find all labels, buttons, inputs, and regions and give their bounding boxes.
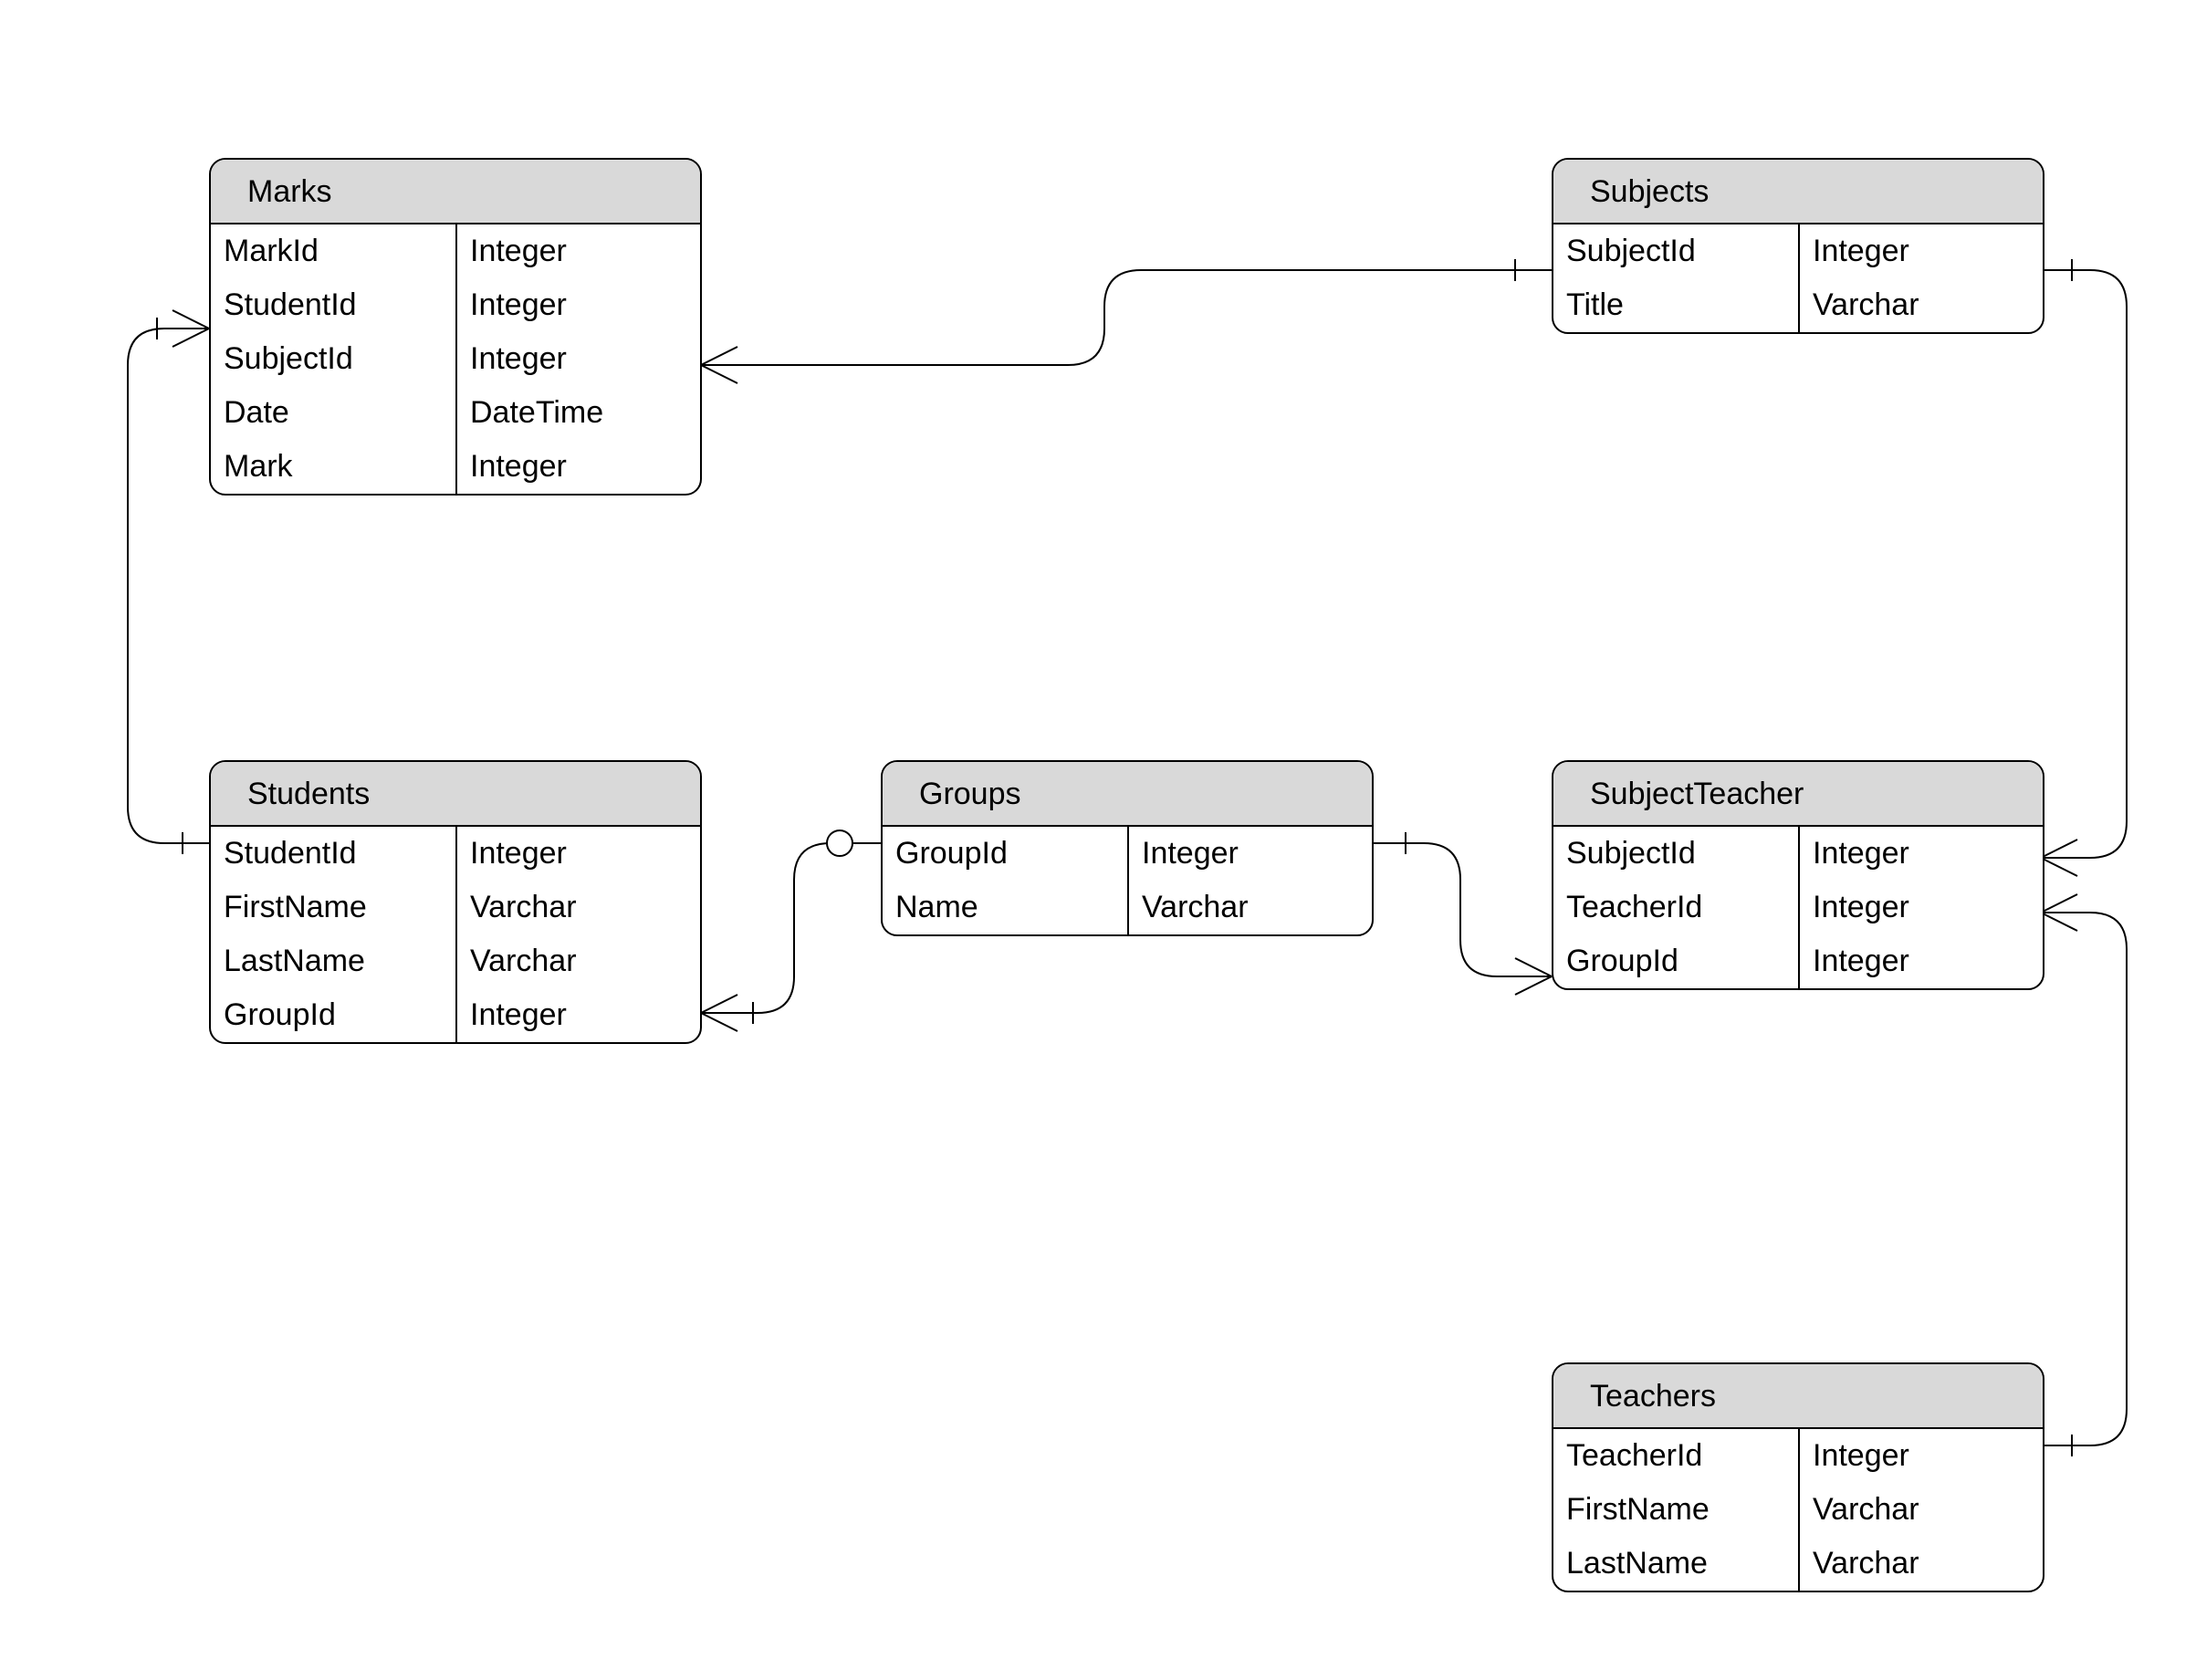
field-name: GroupId — [1553, 934, 1798, 988]
field-name: FirstName — [211, 881, 455, 934]
field-name: LastName — [1553, 1537, 1798, 1591]
field-name: TeacherId — [1553, 1429, 1798, 1483]
field-name: LastName — [211, 934, 455, 988]
field-name: Name — [883, 881, 1127, 934]
field-name: SubjectId — [1553, 827, 1798, 881]
entity-marks[interactable]: MarksMarkIdStudentIdSubjectIdDateMarkInt… — [209, 158, 702, 496]
entity-title: SubjectTeacher — [1553, 762, 2043, 827]
entity-title: Subjects — [1553, 160, 2043, 224]
field-type: Integer — [457, 988, 700, 1042]
field-type: DateTime — [457, 386, 700, 440]
field-name: TeacherId — [1553, 881, 1798, 934]
field-name: StudentId — [211, 827, 455, 881]
field-name: FirstName — [1553, 1483, 1798, 1537]
field-type: Integer — [1800, 934, 2043, 988]
field-name: StudentId — [211, 278, 455, 332]
entity-groups[interactable]: GroupsGroupIdNameIntegerVarchar — [881, 760, 1374, 936]
field-name: SubjectId — [1553, 224, 1798, 278]
field-type: Varchar — [457, 881, 700, 934]
field-type: Integer — [457, 224, 700, 278]
field-name: Title — [1553, 278, 1798, 332]
erd-canvas: MarksMarkIdStudentIdSubjectIdDateMarkInt… — [0, 0, 2196, 1680]
entity-title: Groups — [883, 762, 1372, 827]
entity-teachers[interactable]: TeachersTeacherIdFirstNameLastNameIntege… — [1552, 1362, 2044, 1592]
field-type: Integer — [1800, 224, 2043, 278]
field-name: Mark — [211, 440, 455, 494]
field-type: Varchar — [1800, 278, 2043, 332]
field-type: Varchar — [457, 934, 700, 988]
field-name: GroupId — [211, 988, 455, 1042]
entity-title: Marks — [211, 160, 700, 224]
field-type: Integer — [457, 827, 700, 881]
field-type: Integer — [1800, 827, 2043, 881]
field-name: GroupId — [883, 827, 1127, 881]
field-type: Integer — [457, 440, 700, 494]
field-type: Integer — [1800, 881, 2043, 934]
field-type: Varchar — [1800, 1537, 2043, 1591]
field-name: Date — [211, 386, 455, 440]
entity-subjectteacher[interactable]: SubjectTeacherSubjectIdTeacherIdGroupIdI… — [1552, 760, 2044, 990]
field-type: Integer — [1129, 827, 1372, 881]
entity-students[interactable]: StudentsStudentIdFirstNameLastNameGroupI… — [209, 760, 702, 1044]
entity-title: Teachers — [1553, 1364, 2043, 1429]
field-type: Varchar — [1800, 1483, 2043, 1537]
field-type: Integer — [457, 332, 700, 386]
field-type: Integer — [457, 278, 700, 332]
entity-subjects[interactable]: SubjectsSubjectIdTitleIntegerVarchar — [1552, 158, 2044, 334]
entity-title: Students — [211, 762, 700, 827]
field-type: Integer — [1800, 1429, 2043, 1483]
field-name: SubjectId — [211, 332, 455, 386]
field-name: MarkId — [211, 224, 455, 278]
field-type: Varchar — [1129, 881, 1372, 934]
